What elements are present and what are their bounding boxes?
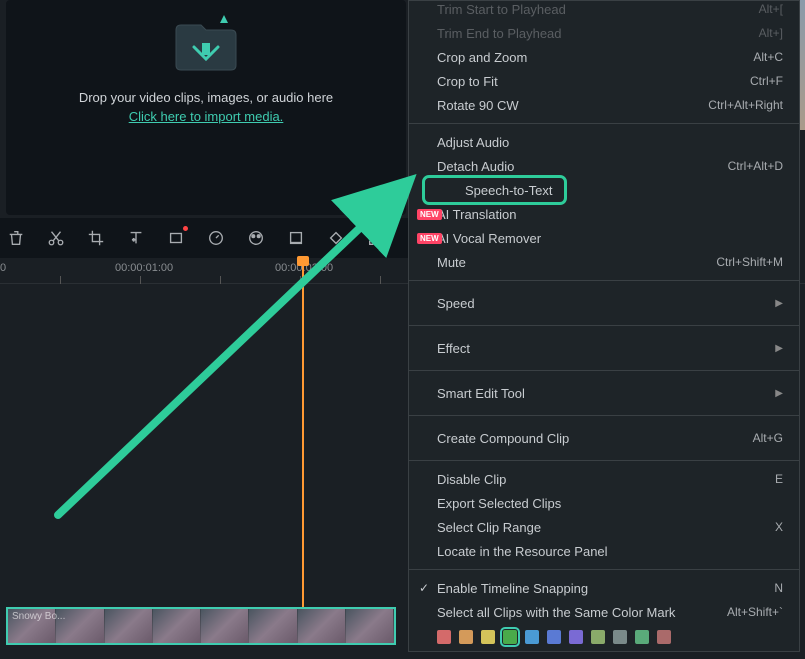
menu-timeline-snapping[interactable]: ✓ Enable Timeline Snapping N [409, 576, 799, 600]
menu-adjust-audio[interactable]: Adjust Audio [409, 130, 799, 154]
menu-trim-start[interactable]: Trim Start to Playhead Alt+[ [409, 0, 799, 21]
color-swatch[interactable] [569, 630, 583, 644]
menu-crop-zoom[interactable]: Crop and Zoom Alt+C [409, 45, 799, 69]
menu-disable-clip[interactable]: Disable Clip E [409, 467, 799, 491]
crop-icon[interactable] [86, 228, 106, 248]
color-swatch[interactable] [459, 630, 473, 644]
menu-mute[interactable]: Mute Ctrl+Shift+M [409, 250, 799, 274]
time-label: 00:00:01:00 [115, 262, 173, 274]
text-icon[interactable]: + [126, 228, 146, 248]
menu-smart-edit[interactable]: Smart Edit Tool ▶ [409, 377, 799, 409]
menu-effect[interactable]: Effect ▶ [409, 332, 799, 364]
playhead[interactable] [302, 258, 304, 638]
color-swatch[interactable] [525, 630, 539, 644]
color-swatch[interactable] [503, 630, 517, 644]
svg-text:+: + [132, 238, 135, 243]
context-menu: Trim Start to Playhead Alt+[ Trim End to… [408, 0, 800, 652]
dropzone-text: Drop your video clips, images, or audio … [6, 90, 406, 105]
menu-speed[interactable]: Speed ▶ [409, 287, 799, 319]
menu-select-same-color[interactable]: Select all Clips with the Same Color Mar… [409, 600, 799, 624]
folder-import-icon [166, 15, 246, 75]
cut-icon[interactable] [46, 228, 66, 248]
menu-select-range[interactable]: Select Clip Range X [409, 515, 799, 539]
menu-detach-audio[interactable]: Detach Audio Ctrl+Alt+D [409, 154, 799, 178]
color-swatch[interactable] [657, 630, 671, 644]
time-label: 0 [0, 262, 6, 274]
effects-icon[interactable] [286, 228, 306, 248]
color-swatch[interactable] [591, 630, 605, 644]
color-swatch[interactable] [635, 630, 649, 644]
menu-rotate[interactable]: Rotate 90 CW Ctrl+Alt+Right [409, 93, 799, 117]
menu-compound-clip[interactable]: Create Compound Clip Alt+G [409, 422, 799, 454]
menu-ai-translation[interactable]: NEW AI Translation [409, 202, 799, 226]
menu-trim-end[interactable]: Trim End to Playhead Alt+] [409, 21, 799, 45]
color-icon[interactable] [246, 228, 266, 248]
keyframe-icon[interactable] [326, 228, 346, 248]
menu-locate-resource[interactable]: Locate in the Resource Panel [409, 539, 799, 563]
color-swatch[interactable] [547, 630, 561, 644]
color-swatch[interactable] [437, 630, 451, 644]
import-link[interactable]: Click here to import media. [129, 109, 284, 124]
delete-icon[interactable] [6, 228, 26, 248]
chevron-right-icon: ▶ [775, 343, 783, 354]
speed-icon[interactable] [206, 228, 226, 248]
new-badge: NEW [417, 233, 442, 244]
color-swatch[interactable] [613, 630, 627, 644]
menu-ai-vocal-remover[interactable]: NEW AI Vocal Remover [409, 226, 799, 250]
dropzone[interactable]: Drop your video clips, images, or audio … [6, 0, 406, 124]
video-clip[interactable]: Snowy Bo... [6, 607, 396, 645]
menu-crop-fit[interactable]: Crop to Fit Ctrl+F [409, 69, 799, 93]
menu-export-selected[interactable]: Export Selected Clips [409, 491, 799, 515]
expand-icon[interactable] [366, 228, 386, 248]
chevron-right-icon: ▶ [775, 388, 783, 399]
rectangle-icon[interactable] [166, 228, 186, 248]
menu-speech-to-text[interactable]: Speech-to-Text [425, 178, 564, 202]
check-icon: ✓ [419, 581, 429, 595]
chevron-right-icon: ▶ [775, 298, 783, 309]
new-badge: NEW [417, 209, 442, 220]
timeline-toolbar: + [0, 218, 410, 258]
clip-label: Snowy Bo... [12, 611, 65, 622]
media-panel: Drop your video clips, images, or audio … [6, 0, 406, 215]
color-swatch[interactable] [481, 630, 495, 644]
color-swatches [409, 624, 799, 650]
